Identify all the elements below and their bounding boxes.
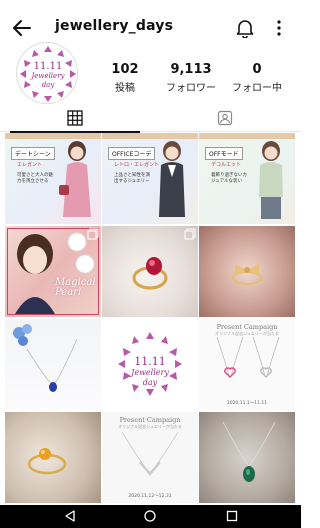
post-office-coordinate[interactable]: OFFICEコーデ レトロ・エレガント 上品さと知性を演出するジュエリー	[102, 133, 198, 224]
post-red-ring[interactable]	[102, 226, 198, 317]
post-note: エレガント	[17, 162, 43, 168]
notification-bell-icon[interactable]	[236, 18, 254, 38]
system-nav-bar	[0, 505, 301, 528]
campaign-subtitle: オリジナル記念ジュエリーが当たる	[118, 424, 182, 429]
post-blue-necklace[interactable]	[5, 319, 101, 410]
profile-username: jewellery_days	[55, 18, 174, 34]
heart-necklaces-image	[216, 337, 280, 378]
tagged-icon	[217, 110, 233, 126]
bow-ring-image	[232, 264, 262, 285]
grid-icon	[67, 110, 83, 126]
back-nav-icon[interactable]	[64, 510, 76, 522]
post-tag-label: OFFICEコーデ	[108, 147, 156, 160]
post-citrine-ring[interactable]	[5, 412, 101, 503]
logo-date: 11.11	[134, 355, 166, 368]
v-necklace-image	[121, 432, 179, 476]
stat-posts-label: 投稿	[115, 83, 135, 94]
campaign-title: Present Campaign	[216, 323, 278, 331]
avatar-text-day: day	[41, 81, 55, 89]
tab-posts-grid[interactable]	[0, 104, 150, 133]
carousel-icon	[184, 228, 196, 240]
carousel-icon	[87, 228, 99, 240]
stat-following[interactable]: 0 フォロー中	[222, 62, 292, 94]
stat-posts-count: 102	[111, 62, 139, 77]
profile-tabs	[0, 104, 301, 133]
post-note: デコルエット	[211, 162, 242, 168]
post-caption: 着飾り過ぎないカジュアルな装い	[211, 173, 247, 184]
post-jewellery-day-logo[interactable]: 11.11 Jewellery day	[102, 319, 198, 410]
post-off-mode[interactable]: OFFモード デコルエット 着飾り過ぎないカジュアルな装い	[199, 133, 295, 224]
post-bow-ring[interactable]	[199, 226, 295, 317]
stat-following-label: フォロー中	[232, 83, 282, 94]
illustration-anime-girl	[15, 234, 55, 314]
post-present-campaign-2[interactable]: Present Campaign オリジナル記念ジュエリーが当たる 2020.1…	[102, 412, 198, 503]
illustration-woman-dress	[59, 141, 91, 217]
more-options-icon[interactable]	[275, 18, 283, 38]
sapphire-necklace-image	[13, 324, 78, 392]
avatar-text-date: 11.11	[33, 61, 63, 72]
posts-grid: デートシーン エレガント 可愛さと大人の魅力を両立させる OFFICEコーデ レ…	[5, 133, 295, 505]
stat-posts[interactable]: 102 投稿	[90, 62, 160, 94]
stat-followers-count: 9,113	[170, 62, 212, 77]
emerald-pendant-image	[222, 422, 276, 482]
post-emerald-necklace[interactable]	[199, 412, 295, 503]
ring-image	[132, 257, 168, 290]
campaign-date: 2020.11.12～12.31	[128, 494, 172, 499]
post-present-campaign-1[interactable]: Present Campaign オリジナル記念ジュエリーが当たる 2020.1…	[199, 319, 295, 410]
stat-followers[interactable]: 9,113 フォロワー	[156, 62, 226, 94]
magical-pearl-title: Magical Pearl	[55, 277, 96, 298]
post-caption: 上品さと知性を演出するジュエリー	[114, 173, 150, 184]
logo-jewellery: Jewellery	[131, 368, 169, 377]
post-tag-label: デートシーン	[11, 147, 55, 160]
avatar-text-jewellery: Jewellery	[31, 72, 65, 80]
post-magical-pearl[interactable]: Magical Pearl	[5, 226, 101, 317]
home-nav-icon[interactable]	[144, 510, 156, 522]
post-tag-label: OFFモード	[205, 147, 243, 160]
profile-avatar[interactable]: 11.11 Jewellery day	[16, 42, 78, 104]
stat-following-count: 0	[252, 62, 262, 77]
back-arrow-icon[interactable]	[10, 16, 34, 40]
post-date-scene[interactable]: デートシーン エレガント 可愛さと大人の魅力を両立させる	[5, 133, 101, 224]
logo-day: day	[142, 378, 158, 387]
post-note: レトロ・エレガント	[114, 162, 160, 168]
illustration-woman-casual	[259, 141, 283, 219]
post-caption: 可愛さと大人の魅力を両立させる	[17, 173, 53, 184]
tab-tagged[interactable]	[150, 104, 300, 132]
campaign-date: 2020.11.1～11.11	[226, 401, 268, 406]
citrine-ring-image	[27, 448, 67, 475]
campaign-title: Present Campaign	[119, 416, 181, 424]
stat-followers-label: フォロワー	[166, 83, 216, 94]
recents-nav-icon[interactable]	[226, 510, 238, 522]
